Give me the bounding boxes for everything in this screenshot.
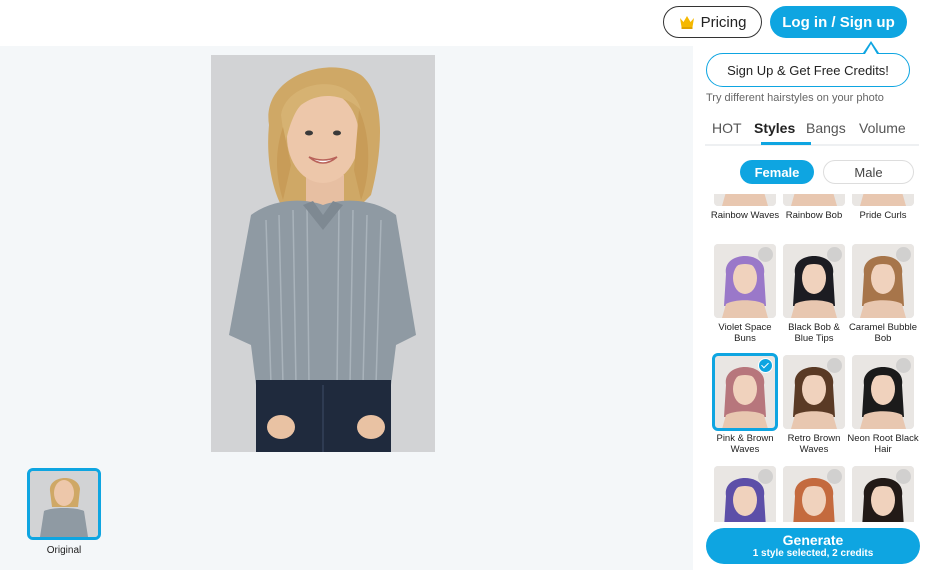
style-label: Rainbow Waves: [710, 210, 780, 221]
style-card[interactable]: Pride Curls: [852, 194, 914, 221]
style-thumbnail[interactable]: [783, 466, 845, 522]
style-card[interactable]: [783, 466, 845, 522]
generate-button[interactable]: Generate 1 style selected, 2 credits: [706, 528, 920, 564]
style-thumbnail[interactable]: [712, 353, 778, 431]
style-thumbnail[interactable]: [783, 194, 845, 206]
style-thumbnail[interactable]: [852, 194, 914, 206]
style-thumbnail[interactable]: [852, 355, 914, 429]
style-label: Retro Brown Waves: [787, 433, 841, 455]
style-label: Violet Space Buns: [718, 322, 772, 344]
pricing-button[interactable]: Pricing: [663, 6, 762, 38]
tab-styles[interactable]: Styles: [754, 120, 795, 136]
style-card[interactable]: Caramel Bubble Bob: [849, 244, 917, 344]
original-thumbnail[interactable]: [27, 468, 101, 540]
unselected-check-icon[interactable]: [827, 247, 842, 262]
female-toggle[interactable]: Female: [740, 160, 814, 184]
tab-bangs[interactable]: Bangs: [806, 120, 846, 136]
male-toggle[interactable]: Male: [823, 160, 914, 184]
unselected-check-icon[interactable]: [896, 469, 911, 484]
generate-title: Generate: [782, 532, 844, 548]
thumbnail-label: Original: [46, 545, 82, 556]
unselected-check-icon[interactable]: [827, 469, 842, 484]
login-signup-label: Log in / Sign up: [782, 13, 895, 31]
style-card[interactable]: [852, 466, 914, 522]
style-label: Pink & Brown Waves: [716, 433, 774, 455]
style-card[interactable]: Rainbow Bob: [783, 194, 845, 221]
style-card[interactable]: Violet Space Buns: [714, 244, 776, 344]
style-card[interactable]: Retro Brown Waves: [783, 355, 845, 455]
unselected-check-icon[interactable]: [758, 469, 773, 484]
style-label: Caramel Bubble Bob: [848, 322, 918, 344]
style-thumbnail[interactable]: [783, 355, 845, 429]
style-thumbnail[interactable]: [714, 244, 776, 318]
login-signup-button[interactable]: Log in / Sign up: [770, 6, 907, 38]
style-card[interactable]: Rainbow Waves: [711, 194, 779, 221]
style-grid: Rainbow Waves Rainbow Bob Pride Curls Viole…: [693, 194, 925, 522]
style-panel: Try different hairstyles on your photo H…: [693, 46, 925, 570]
style-label: Neon Root Black Hair: [847, 433, 919, 455]
pricing-label: Pricing: [700, 13, 747, 31]
main-photo: [211, 55, 435, 452]
crown-icon: [679, 16, 694, 29]
panel-subtitle: Try different hairstyles on your photo: [706, 92, 884, 104]
style-thumbnail[interactable]: [783, 244, 845, 318]
tooltip-label: Sign Up & Get Free Credits!: [727, 62, 889, 78]
style-label: Pride Curls: [859, 210, 907, 221]
style-tabs: HOT Styles Bangs Volume: [705, 118, 919, 146]
generate-subtitle: 1 style selected, 2 credits: [752, 548, 874, 559]
selected-check-icon[interactable]: [758, 358, 773, 373]
active-tab-indicator: [761, 142, 811, 145]
style-label: Rainbow Bob: [785, 210, 843, 221]
style-thumbnail[interactable]: [852, 466, 914, 522]
unselected-check-icon[interactable]: [827, 358, 842, 373]
unselected-check-icon[interactable]: [896, 247, 911, 262]
unselected-check-icon[interactable]: [896, 358, 911, 373]
tab-volume[interactable]: Volume: [859, 120, 906, 136]
unselected-check-icon[interactable]: [758, 247, 773, 262]
style-thumbnail[interactable]: [852, 244, 914, 318]
style-thumbnail[interactable]: [714, 194, 776, 206]
style-card[interactable]: Black Bob & Blue Tips: [783, 244, 845, 344]
style-card[interactable]: Neon Root Black Hair: [847, 355, 919, 455]
top-bar: Pricing Log in / Sign up: [0, 0, 925, 46]
style-thumbnail[interactable]: [714, 466, 776, 522]
style-card[interactable]: [714, 466, 776, 522]
tab-hot[interactable]: HOT: [712, 120, 742, 136]
tooltip-arrow-inner: [865, 44, 877, 54]
style-card[interactable]: Pink & Brown Waves: [712, 353, 778, 455]
signup-credits-tooltip[interactable]: Sign Up & Get Free Credits!: [706, 53, 910, 87]
style-label: Black Bob & Blue Tips: [788, 322, 840, 344]
photo-canvas: Original: [0, 46, 693, 570]
